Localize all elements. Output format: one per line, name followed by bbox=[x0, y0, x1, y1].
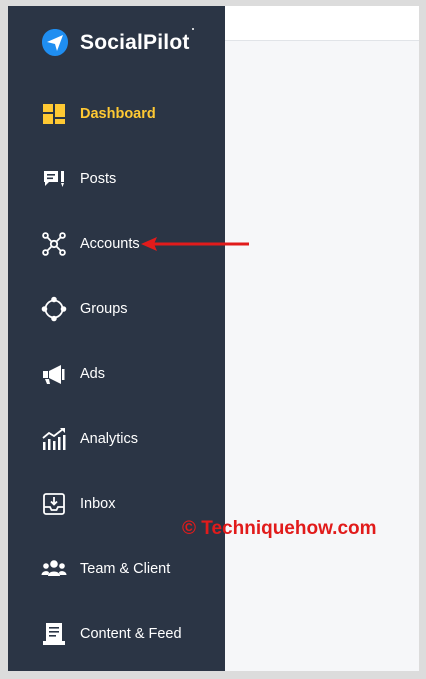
sidebar-item-ads[interactable]: Ads bbox=[8, 354, 225, 394]
watermark-text: © Techniquehow.com bbox=[182, 518, 377, 539]
analytics-icon bbox=[40, 425, 68, 453]
sidebar: SocialPilot Dashboard Posts Accounts Gro… bbox=[8, 6, 225, 671]
accounts-icon bbox=[40, 230, 68, 258]
sidebar-item-groups[interactable]: Groups bbox=[8, 289, 225, 329]
inbox-icon bbox=[40, 490, 68, 518]
sidebar-item-label: Team & Client bbox=[80, 561, 171, 577]
sidebar-item-posts[interactable]: Posts bbox=[8, 159, 225, 199]
annotation-arrow bbox=[141, 237, 249, 251]
logo[interactable]: SocialPilot bbox=[40, 28, 190, 58]
sidebar-item-content-feed[interactable]: Content & Feed bbox=[8, 614, 225, 654]
status-dot bbox=[192, 28, 194, 30]
sidebar-item-label: Analytics bbox=[80, 431, 139, 447]
app-name: SocialPilot bbox=[80, 31, 190, 54]
sidebar-item-label: Content & Feed bbox=[80, 626, 182, 642]
sidebar-item-label: Accounts bbox=[80, 236, 140, 252]
posts-icon bbox=[40, 165, 68, 193]
megaphone-icon bbox=[40, 360, 68, 388]
groups-icon bbox=[40, 295, 68, 323]
app-window: SocialPilot Dashboard Posts Accounts Gro… bbox=[8, 6, 419, 671]
sidebar-item-dashboard[interactable]: Dashboard bbox=[8, 94, 225, 134]
sidebar-item-label: Groups bbox=[80, 301, 128, 317]
dashboard-icon bbox=[40, 100, 68, 128]
top-bar bbox=[225, 6, 419, 41]
paper-plane-logo-icon bbox=[42, 29, 68, 56]
sidebar-item-label: Posts bbox=[80, 171, 117, 187]
content-icon bbox=[40, 620, 68, 648]
team-icon bbox=[40, 555, 68, 583]
sidebar-item-label: Ads bbox=[80, 366, 105, 382]
sidebar-item-label: Inbox bbox=[80, 496, 116, 512]
sidebar-item-team-client[interactable]: Team & Client bbox=[8, 549, 225, 589]
sidebar-item-label: Dashboard bbox=[80, 106, 156, 122]
sidebar-item-analytics[interactable]: Analytics bbox=[8, 419, 225, 459]
